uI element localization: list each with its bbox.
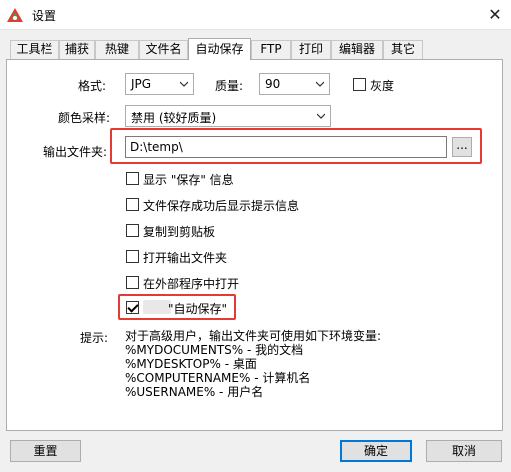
close-button[interactable]: ✕ [484,4,506,26]
chevron-down-icon [317,113,325,119]
tab-strip: 工具栏 捕获 热键 文件名 自动保存 FTP 打印 编辑器 其它 [0,38,511,60]
cancel-label: 取消 [451,444,476,458]
tab-label: 打印 [298,42,323,56]
close-icon: ✕ [488,5,502,24]
app-icon [7,8,23,22]
title-bar: 设置 ✕ [0,0,511,30]
tab-print[interactable]: 打印 [291,40,331,59]
tab-capture[interactable]: 捕获 [59,40,95,59]
quality-value: 90 [265,77,281,91]
format-label: 格式: [78,79,107,93]
hint-line: %COMPUTERNAME% - 计算机名 [125,371,311,385]
hint-label: 提示: [80,331,109,345]
color-sampling-value: 禁用 (较好质量) [131,111,217,125]
quality-label: 质量: [215,79,244,93]
quality-select[interactable]: 90 [259,73,330,95]
reset-label: 重置 [33,444,58,458]
copy-clipboard-checkbox[interactable] [126,224,139,237]
option-label: 在外部程序中打开 [143,277,240,291]
success-tip-checkbox[interactable] [126,198,139,211]
tab-editor[interactable]: 编辑器 [331,40,383,59]
color-sampling-label: 颜色采样: [58,111,111,125]
window-title: 设置 [32,9,57,23]
format-select[interactable]: JPG [125,73,194,95]
hint-line: %USERNAME% - 用户名 [125,385,264,399]
tab-label: 自动保存 [195,42,244,56]
output-folder-label: 输出文件夹: [43,145,108,159]
tab-hotkeys[interactable]: 热键 [95,40,139,59]
hint-text: 对于高级用户，输出文件夹可使用如下环境变量: %MYDOCUMENTS% - 我… [125,329,381,399]
tab-autosave[interactable]: 自动保存 [188,38,251,60]
hint-line: %MYDESKTOP% - 桌面 [125,357,257,371]
chevron-down-icon [316,81,324,87]
cancel-button[interactable]: 取消 [426,440,502,462]
grayscale-label: 灰度 [370,79,395,93]
hint-line: %MYDOCUMENTS% - 我的文档 [125,343,304,357]
redacted-text [143,300,171,314]
tab-label: 其它 [390,42,415,56]
option-label: 显示 "保存" 信息 [143,173,234,187]
output-folder-value: D:\temp\ [130,140,183,154]
enable-autosave-checkbox[interactable] [126,301,139,314]
ok-button[interactable]: 确定 [340,440,412,462]
option-label: 文件保存成功后显示提示信息 [143,199,300,213]
option-label: 复制到剪贴板 [143,225,216,239]
output-folder-input[interactable]: D:\temp\ [125,136,447,158]
ellipsis-icon: ... [456,138,468,152]
tab-toolbar[interactable]: 工具栏 [10,40,59,59]
color-sampling-select[interactable]: 禁用 (较好质量) [125,105,331,127]
tab-label: 热键 [104,42,129,56]
open-external-checkbox[interactable] [126,276,139,289]
show-save-info-checkbox[interactable] [126,172,139,185]
hint-line: 对于高级用户，输出文件夹可使用如下环境变量: [125,329,382,343]
tab-other[interactable]: 其它 [383,40,423,59]
option-label: "自动保存" [168,302,228,316]
tab-ftp[interactable]: FTP [251,40,291,59]
open-folder-checkbox[interactable] [126,250,139,263]
format-value: JPG [131,77,152,91]
grayscale-checkbox[interactable] [353,78,366,91]
reset-button[interactable]: 重置 [10,440,81,462]
tab-label: 工具栏 [16,42,53,56]
chevron-down-icon [180,81,188,87]
option-label: 打开输出文件夹 [143,251,228,265]
browse-button[interactable]: ... [452,137,472,157]
tab-label: FTP [260,42,282,56]
tab-filename[interactable]: 文件名 [139,40,188,59]
tab-label: 捕获 [64,42,89,56]
tab-label: 文件名 [145,42,182,56]
ok-label: 确定 [363,444,388,458]
tab-label: 编辑器 [338,42,375,56]
